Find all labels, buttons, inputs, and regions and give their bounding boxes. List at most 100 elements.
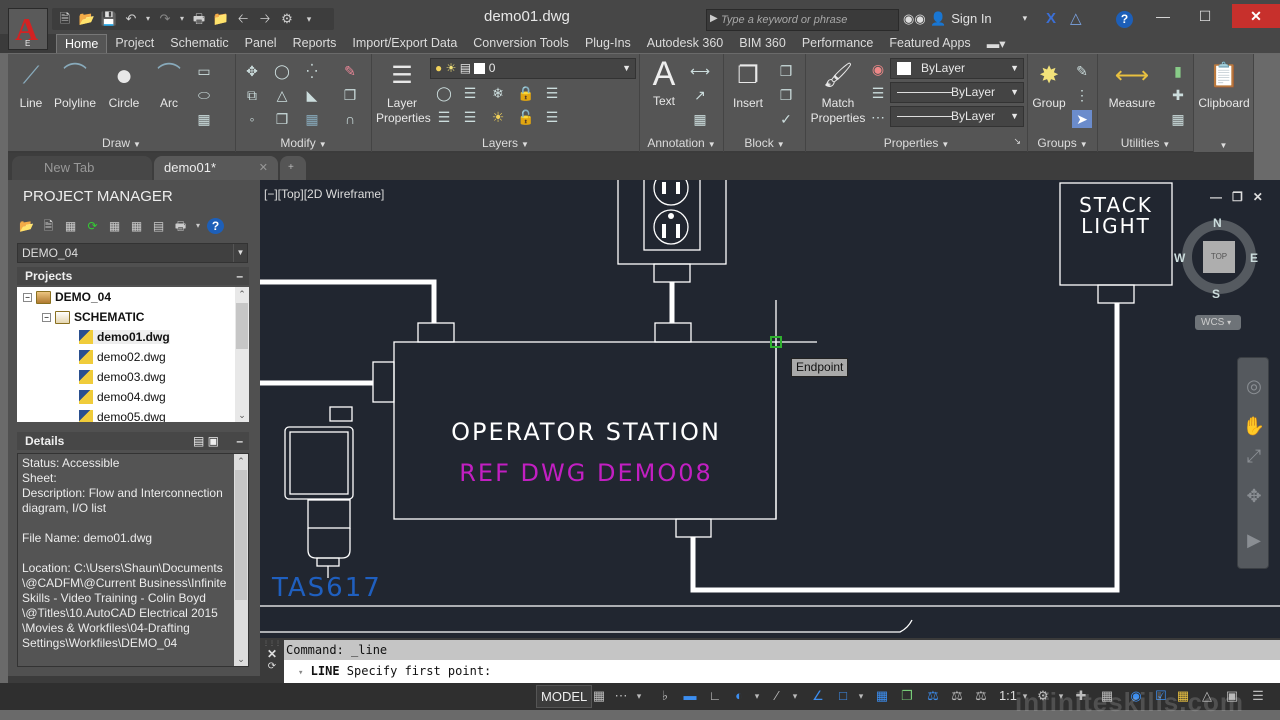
layer-off-icon[interactable]: ◯ (434, 84, 454, 102)
exchange-apps-icon[interactable]: X (1046, 10, 1056, 27)
customize-icon[interactable]: ▾ (300, 11, 318, 27)
new-icon[interactable]: 🗎 (56, 11, 74, 27)
layer-merge-icon[interactable]: ☰ (542, 108, 562, 126)
ellipse-icon[interactable]: ⬭ (194, 86, 214, 104)
scroll-thumb[interactable] (235, 470, 247, 600)
collapse-icon[interactable]: − (23, 292, 32, 302)
scroll-up-icon[interactable]: ⌃ (235, 287, 249, 301)
clipboard-panel[interactable]: 📋 Clipboard ▼ (1194, 54, 1254, 152)
viewcube[interactable]: TOP (1182, 220, 1256, 294)
layer-properties-button[interactable]: ☰ Layer Properties (376, 60, 431, 126)
open-project-icon[interactable]: 📂 (18, 218, 35, 234)
group-button[interactable]: ✸ Group (1030, 60, 1068, 111)
scroll-down-icon[interactable]: ⌄ (234, 652, 248, 666)
tab-conversion-tools[interactable]: Conversion Tools (465, 34, 577, 53)
layer-previous-icon[interactable]: ☰ (460, 108, 480, 126)
scroll-down-icon[interactable]: ⌄ (235, 408, 249, 422)
undo-icon[interactable]: ↶ (122, 11, 140, 27)
edit-block-icon[interactable]: ❐ (776, 86, 796, 104)
infer-constraints-icon[interactable]: ♭ (656, 686, 674, 706)
ungroup-icon[interactable]: ✎ (1072, 62, 1092, 80)
explode-icon[interactable]: ❐ (340, 86, 360, 104)
minimize-button[interactable]: — (1144, 4, 1182, 28)
linetype-dropdown[interactable]: ByLayer ▼ (890, 82, 1024, 103)
offset-icon[interactable]: ∩ (340, 110, 360, 128)
tab-import-export[interactable]: Import/Export Data (344, 34, 465, 53)
tab-plug-ins[interactable]: Plug-Ins (577, 34, 639, 53)
compass-south[interactable]: S (1212, 287, 1220, 301)
orbit-icon[interactable]: ✥ (1242, 484, 1266, 508)
save-icon[interactable]: 💾 (100, 11, 118, 27)
back-icon[interactable]: 🡠 (234, 11, 252, 27)
chevron-down-icon[interactable]: ▾ (790, 686, 800, 706)
fillet-icon[interactable]: ◣ (302, 86, 322, 104)
search-input[interactable] (721, 11, 897, 29)
help-icon[interactable]: ? (1116, 11, 1133, 28)
tab-bim-360[interactable]: BIM 360 (731, 34, 794, 53)
block-panel-title[interactable]: Block ▼ (724, 136, 805, 150)
collapse-icon[interactable]: − (42, 312, 51, 322)
steering-wheel-icon[interactable]: ◎ (1242, 374, 1266, 398)
ribbon-minimize-icon[interactable]: ▬▾ (979, 34, 1014, 53)
layer-dropdown[interactable]: ● ☀ ▤ 0 ▼ (430, 58, 636, 79)
dynamic-input-icon[interactable]: ▬ (680, 686, 700, 706)
rectangle-icon[interactable]: ▭ (194, 62, 214, 80)
create-block-icon[interactable]: ❐ (776, 62, 796, 80)
collapse-icon[interactable]: – (236, 267, 243, 285)
minimize-viewport-icon[interactable]: — (1210, 190, 1222, 204)
circle-button[interactable]: ● Circle (104, 60, 144, 111)
compass-west[interactable]: W (1174, 251, 1185, 265)
measure-button[interactable]: ⟷ Measure (1102, 60, 1162, 111)
help-icon[interactable]: ? (207, 218, 224, 234)
properties-panel-title[interactable]: Properties ▼ ↘ (806, 136, 1027, 150)
hatch-icon[interactable]: ▦ (194, 110, 214, 128)
trim-icon[interactable]: ⁛ (302, 62, 322, 80)
layer-unlock-icon[interactable]: 🔓 (516, 108, 536, 126)
ucs-menu[interactable]: WCS ▾ (1195, 315, 1241, 330)
annotation-scale-icon[interactable]: ⚖ (972, 686, 990, 706)
array-icon[interactable]: ▦ (302, 110, 322, 128)
project-icon[interactable]: 📁 (212, 11, 230, 27)
tree-node-drawing[interactable]: demo04.dwg (79, 390, 166, 404)
project-properties-icon[interactable]: ▦ (62, 218, 79, 234)
text-button[interactable]: A Text (646, 57, 682, 109)
mirror-icon[interactable]: △ (272, 86, 292, 104)
drawing-canvas[interactable]: OPERATOR STATION REF DWG DEMO08 STACK LI… (260, 180, 1280, 638)
tab-project[interactable]: Project (107, 34, 162, 53)
tree-scrollbar[interactable]: ⌃ ⌄ (235, 287, 249, 422)
tab-performance[interactable]: Performance (794, 34, 882, 53)
grip-handle[interactable]: ⋮⋮⋮ (262, 640, 282, 647)
group-edit-icon[interactable]: ⋮ (1072, 86, 1092, 104)
new-project-icon[interactable]: 🗎 (40, 218, 57, 234)
tab-reports[interactable]: Reports (285, 34, 345, 53)
project-select[interactable]: DEMO_04 ▼ (17, 243, 248, 263)
modify-panel-title[interactable]: Modify ▼ (236, 136, 371, 150)
pan-hand-icon[interactable]: ✋ (1242, 414, 1266, 438)
close-viewport-icon[interactable]: ✕ (1253, 190, 1263, 204)
layer-isolate-icon[interactable]: ☰ (434, 108, 454, 126)
object-snap-icon[interactable]: □ (834, 686, 852, 706)
forward-icon[interactable]: 🡢 (256, 11, 274, 27)
calculator-icon[interactable]: ▦ (1168, 110, 1188, 128)
quick-select-icon[interactable]: ▮ (1168, 62, 1188, 80)
compass-east[interactable]: E (1250, 251, 1258, 265)
chevron-down-icon[interactable]: ▾ (194, 218, 202, 234)
model-space-button[interactable]: MODEL (536, 685, 593, 708)
stretch-icon[interactable]: ◦ (242, 110, 262, 128)
undo-dropdown-icon[interactable]: ▾ (144, 11, 152, 27)
details-view-icon[interactable]: ▤ ▣ (193, 432, 219, 450)
dialog-launcher-icon[interactable]: ↘ (1013, 136, 1021, 147)
refresh-icon[interactable]: ⟳ (84, 218, 101, 234)
color-dropdown[interactable]: ByLayer ▼ (890, 58, 1024, 79)
tab-new-tab[interactable]: New Tab (12, 156, 152, 180)
add-tab-button[interactable]: + (280, 156, 306, 180)
grid-icon[interactable]: ▦ (590, 686, 608, 706)
binoculars-icon[interactable]: ◉◉ (903, 11, 926, 27)
plot-icon[interactable]: 🖶 (190, 11, 208, 27)
tree-node-drawing[interactable]: demo03.dwg (79, 370, 166, 384)
id-point-icon[interactable]: ✚ (1168, 86, 1188, 104)
lineweight-icon[interactable]: ☰ (868, 84, 888, 102)
table-icon[interactable]: ▦ (690, 110, 710, 128)
close-button[interactable]: ✕ (1232, 4, 1280, 28)
tree-node-drawing[interactable]: demo02.dwg (79, 350, 166, 364)
